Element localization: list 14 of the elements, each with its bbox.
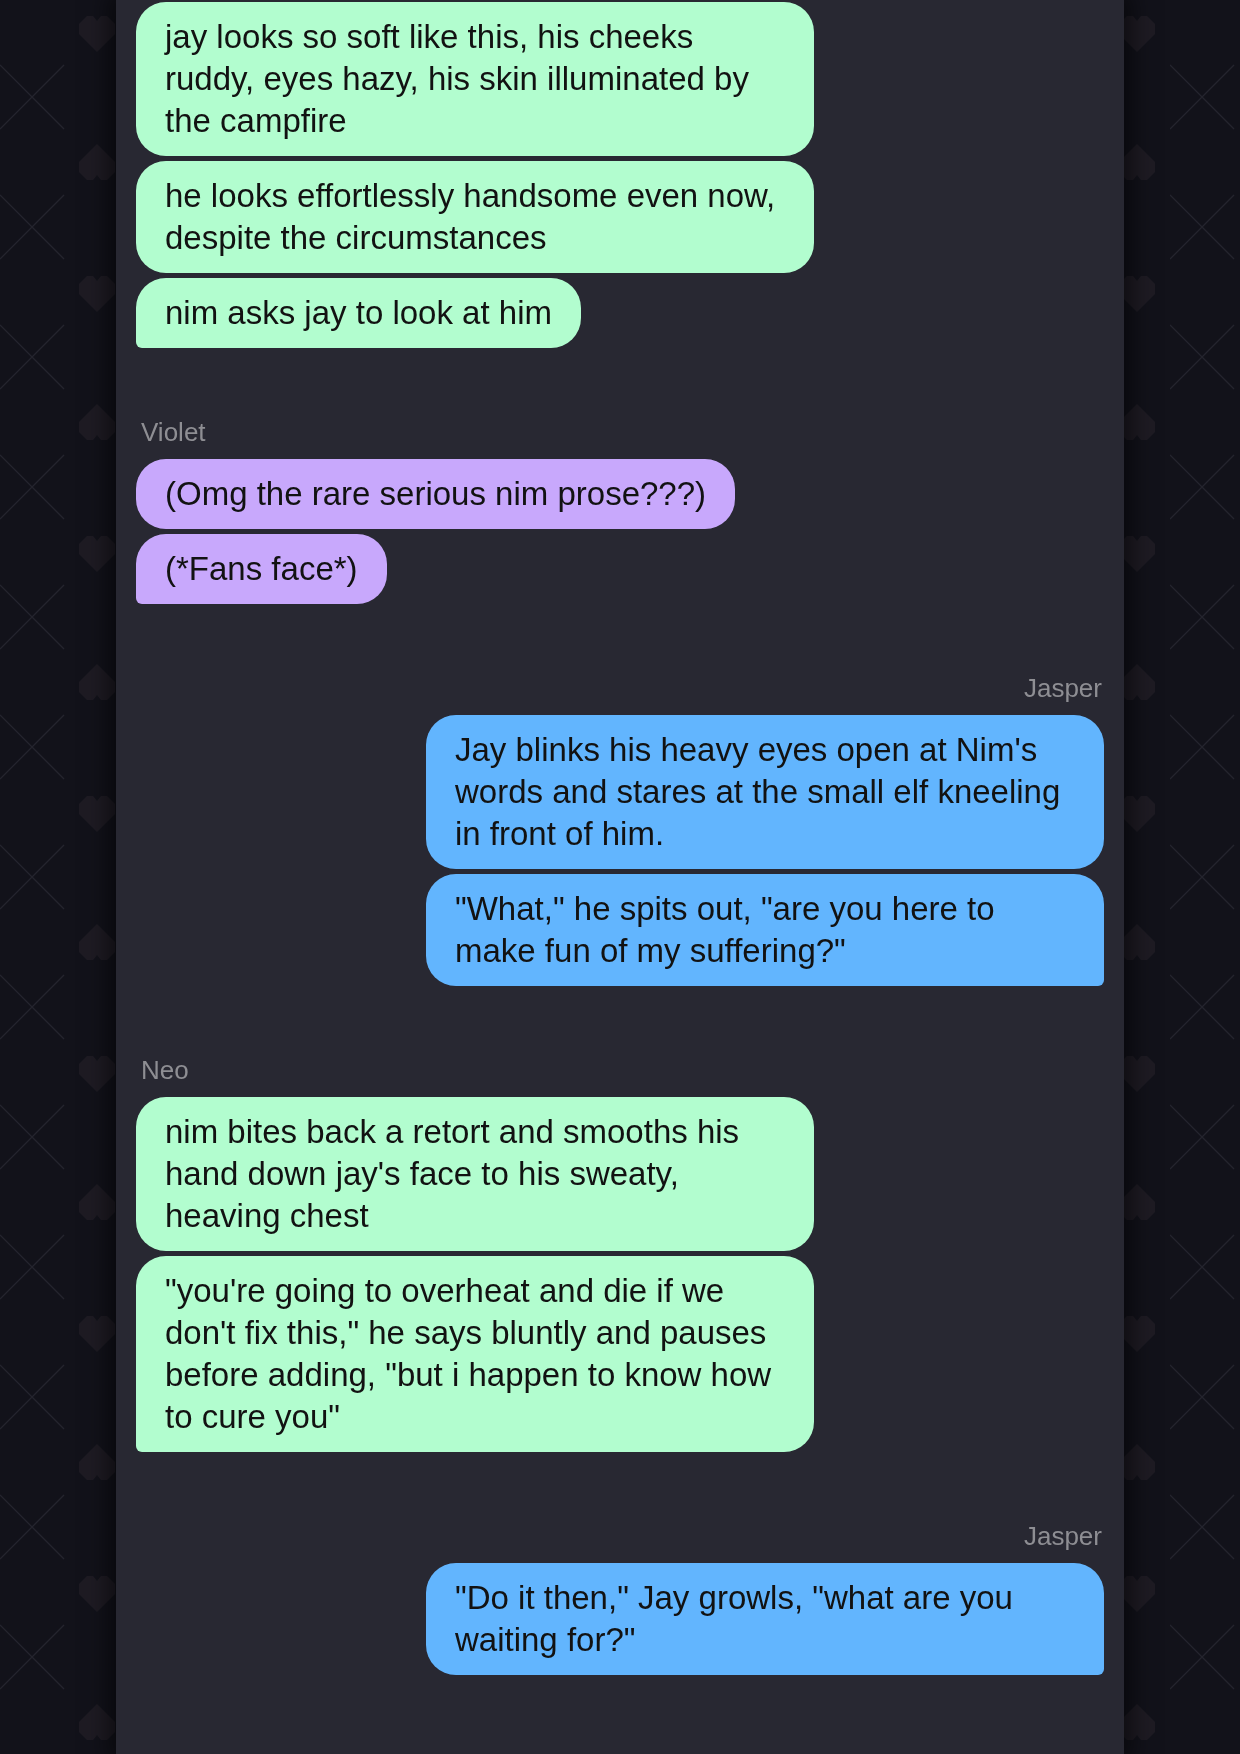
message-bubble: Jay blinks his heavy eyes open at Nim's words and stares at the small elf kneeling in front of him.: [426, 715, 1104, 869]
message-bubble: nim asks jay to look at him: [136, 278, 581, 348]
message-bubble: "What," he spits out, "are you here to make fun of my suffering?": [426, 874, 1104, 986]
sender-name: Jasper: [1023, 1521, 1103, 1551]
message-bubble: jay looks so soft like this, his cheeks ruddy, eyes hazy, his skin illuminated by the campfire: [136, 2, 814, 156]
message-bubble: he looks effortlessly handsome even now, despite the circumstances: [136, 161, 814, 273]
message-bubble: (*Fans face*): [136, 534, 387, 604]
sender-name: Violet: [140, 417, 206, 447]
message-bubble: "you're going to overheat and die if we don't fix this," he says bluntly and pauses before adding, "but i happen to know how to cure you": [136, 1256, 814, 1452]
message-bubble: nim bites back a retort and smooths his hand down jay's face to his sweaty, heaving chest: [136, 1097, 814, 1251]
message-bubble: (Omg the rare serious nim prose???): [136, 459, 736, 529]
message-bubble: "Do it then," Jay growls, "what are you waiting for?": [426, 1563, 1104, 1675]
sender-name: Jasper: [1023, 673, 1103, 703]
sender-name: Neo: [140, 1055, 189, 1085]
